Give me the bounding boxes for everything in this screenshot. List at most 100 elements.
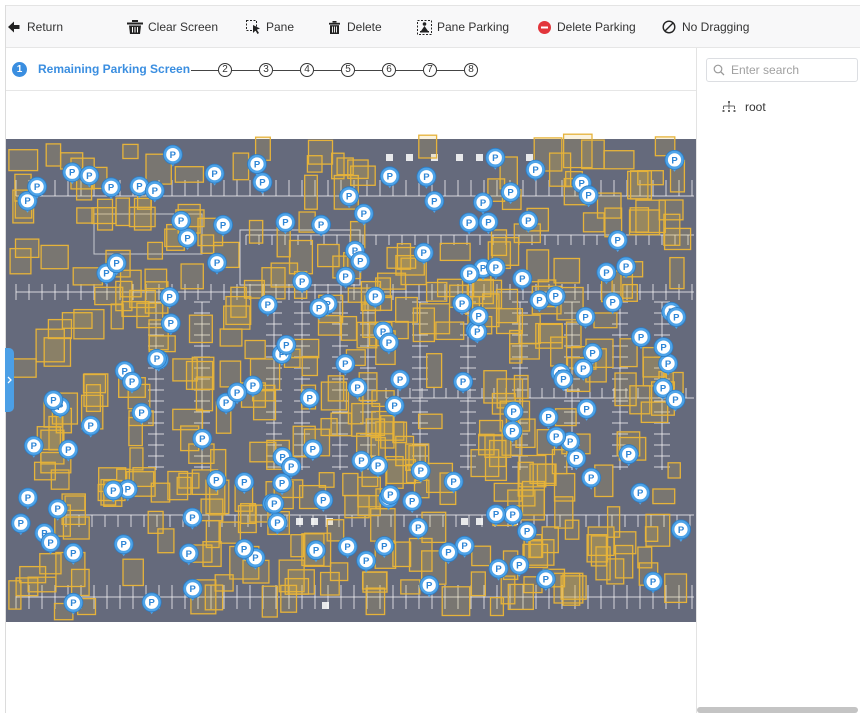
search-input[interactable] xyxy=(706,58,858,82)
parking-pane[interactable] xyxy=(306,155,323,173)
parking-pane[interactable] xyxy=(356,321,378,349)
parking-pane[interactable] xyxy=(554,408,577,427)
parking-pane[interactable] xyxy=(392,541,412,568)
parking-pane[interactable] xyxy=(644,526,659,542)
step-3-indicator[interactable]: 3 xyxy=(259,63,273,77)
parking-pane[interactable] xyxy=(129,447,144,471)
parking-pane[interactable] xyxy=(188,314,213,344)
parking-pane[interactable] xyxy=(417,413,443,430)
delete-button[interactable]: Delete xyxy=(326,17,382,37)
parking-pane[interactable] xyxy=(400,579,421,595)
parking-pane[interactable] xyxy=(664,573,688,604)
parking-pane[interactable] xyxy=(82,373,107,394)
parking-pane[interactable] xyxy=(425,281,448,302)
parking-pane[interactable] xyxy=(205,519,220,549)
parking-pane[interactable] xyxy=(365,418,386,437)
step-1-indicator[interactable]: 1 xyxy=(12,62,27,77)
parking-pane[interactable] xyxy=(122,143,139,160)
step-4-indicator[interactable]: 4 xyxy=(300,63,314,77)
parking-pane[interactable] xyxy=(128,206,156,228)
return-button[interactable]: Return xyxy=(6,17,63,37)
parking-pane[interactable] xyxy=(637,170,664,186)
parking-pane[interactable] xyxy=(39,553,62,575)
parking-pane[interactable] xyxy=(669,256,685,290)
parking-pane[interactable] xyxy=(385,455,404,489)
parking-pane[interactable] xyxy=(606,506,621,538)
parking-pane[interactable] xyxy=(232,152,250,181)
clear-screen-button[interactable]: Clear Screen xyxy=(127,17,218,37)
step-1-label[interactable]: Remaining Parking Screen xyxy=(38,62,190,77)
parking-pane[interactable] xyxy=(290,534,305,558)
parking-pane[interactable] xyxy=(395,296,418,323)
parking-pane[interactable] xyxy=(200,234,215,254)
parking-pane[interactable] xyxy=(553,257,581,284)
parking-pane[interactable] xyxy=(426,353,443,389)
parking-pane[interactable] xyxy=(603,150,635,170)
parking-pane[interactable] xyxy=(35,328,65,363)
parking-pane[interactable] xyxy=(180,263,204,290)
pane-button[interactable]: Pane xyxy=(245,17,294,37)
parking-pane[interactable] xyxy=(509,329,523,364)
parking-pane[interactable] xyxy=(565,321,582,349)
parking-pane[interactable] xyxy=(14,238,40,259)
parking-pane[interactable] xyxy=(377,272,407,290)
parking-pane[interactable] xyxy=(62,516,90,540)
parking-pane[interactable] xyxy=(483,370,508,404)
no-dragging-button[interactable]: No Dragging xyxy=(661,17,749,37)
delete-parking-button[interactable]: Delete Parking xyxy=(536,17,636,37)
parking-pane[interactable] xyxy=(593,312,618,329)
parking-pane[interactable] xyxy=(581,139,605,170)
parking-pane[interactable] xyxy=(663,213,681,246)
parking-pane[interactable] xyxy=(174,166,205,183)
parking-pane[interactable] xyxy=(484,456,508,482)
parking-pane[interactable] xyxy=(91,207,117,225)
parking-pane[interactable] xyxy=(418,134,438,159)
parking-pane[interactable] xyxy=(441,586,471,617)
parking-pane[interactable] xyxy=(667,462,681,479)
parking-pane[interactable] xyxy=(172,408,204,431)
parking-pane[interactable] xyxy=(336,157,354,176)
parking-pane[interactable] xyxy=(386,246,417,269)
parking-pane[interactable] xyxy=(147,241,164,260)
parking-pane[interactable] xyxy=(318,472,335,488)
parking-pane[interactable] xyxy=(529,463,556,485)
parking-pane[interactable] xyxy=(435,321,465,341)
parking-pane[interactable] xyxy=(635,199,666,234)
sidebar-scrollbar[interactable] xyxy=(697,707,858,713)
parking-pane[interactable] xyxy=(614,372,637,407)
parking-pane[interactable] xyxy=(365,587,386,616)
parking-pane[interactable] xyxy=(15,577,39,597)
parking-pane[interactable] xyxy=(537,323,563,344)
parking-pane[interactable] xyxy=(652,488,676,505)
expand-panel-tab[interactable] xyxy=(5,348,14,412)
parking-pane[interactable] xyxy=(110,303,124,330)
parking-pane[interactable] xyxy=(495,288,519,324)
parking-pane[interactable] xyxy=(361,571,388,590)
parking-pane[interactable] xyxy=(529,540,544,558)
parking-pane[interactable] xyxy=(70,568,90,597)
parking-pane[interactable] xyxy=(73,308,105,340)
parking-pane[interactable] xyxy=(172,358,198,382)
parking-pane[interactable] xyxy=(76,207,95,224)
parking-map[interactable]: PPPPPPPPPPPPPPPPPPPPPPPPPPPPPPPPPPPPPPPP… xyxy=(6,130,696,632)
parking-pane[interactable] xyxy=(342,472,359,497)
parking-pane[interactable] xyxy=(9,358,37,378)
parking-pane[interactable] xyxy=(489,596,505,617)
parking-pane[interactable] xyxy=(219,328,243,347)
parking-pane[interactable] xyxy=(150,482,171,503)
parking-pane[interactable] xyxy=(470,571,486,597)
parking-pane[interactable] xyxy=(317,314,342,336)
parking-pane[interactable] xyxy=(301,355,319,377)
parking-pane[interactable] xyxy=(590,535,608,567)
parking-pane[interactable] xyxy=(507,489,536,507)
pane-parking-button[interactable]: Pane Parking xyxy=(416,17,509,37)
parking-pane[interactable] xyxy=(439,242,471,262)
parking-pane[interactable] xyxy=(157,528,175,554)
step-2-indicator[interactable]: 2 xyxy=(218,63,232,77)
step-7-indicator[interactable]: 7 xyxy=(423,63,437,77)
parking-pane[interactable] xyxy=(45,143,62,167)
parking-pane[interactable] xyxy=(330,412,353,437)
parking-pane[interactable] xyxy=(560,575,587,600)
parking-pane[interactable] xyxy=(261,585,278,618)
parking-pane[interactable] xyxy=(304,174,318,210)
